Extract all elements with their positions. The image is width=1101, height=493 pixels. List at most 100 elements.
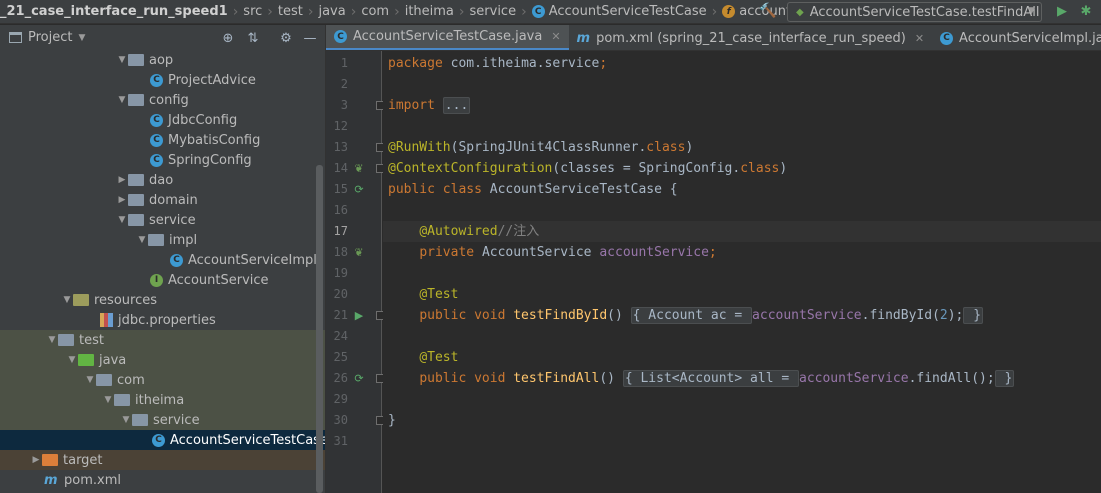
chevron-down-icon[interactable]: ▼ xyxy=(66,355,78,365)
debug-icon[interactable]: ✱ xyxy=(1078,3,1094,19)
maven-icon: m xyxy=(576,30,591,46)
code-line[interactable] xyxy=(383,263,1101,284)
run-test-icon[interactable]: ⟳ xyxy=(352,371,366,385)
run-test-icon[interactable]: ⟳ xyxy=(352,182,366,196)
project-title[interactable]: Project xyxy=(28,30,72,45)
code-line[interactable]: public void testFindAll() { List<Account… xyxy=(383,368,1101,389)
code-token: class xyxy=(740,161,780,176)
chevron-down-icon[interactable]: ▼ xyxy=(116,95,128,105)
code-line[interactable]: private AccountService accountService; xyxy=(383,242,1101,263)
tree-item-label: dao xyxy=(149,172,174,188)
chevron-right-icon[interactable]: ▶ xyxy=(30,455,42,465)
gear-icon[interactable]: ⚙ xyxy=(278,30,294,46)
code-line[interactable]: @ContextConfiguration(classes = SpringCo… xyxy=(383,158,1101,179)
code-line[interactable] xyxy=(383,74,1101,95)
excluded-folder-icon xyxy=(42,454,58,466)
tree-item-target[interactable]: ▶ target xyxy=(0,450,325,470)
tree-item-service[interactable]: ▼ service xyxy=(0,410,325,430)
code-token: @Test xyxy=(419,287,459,302)
tree-item-mybatisconfig[interactable]: C MybatisConfig xyxy=(0,130,325,150)
hide-icon[interactable]: — xyxy=(302,30,318,46)
tree-item-service[interactable]: ▼ service xyxy=(0,210,325,230)
tree-scrollbar[interactable] xyxy=(316,165,323,493)
chevron-down-icon[interactable]: ▼ xyxy=(136,235,148,245)
crosshair-icon[interactable]: ⊕ xyxy=(220,30,236,46)
close-icon[interactable]: ✕ xyxy=(915,32,924,45)
class-icon: C xyxy=(150,73,163,87)
code-line[interactable]: @RunWith(SpringJUnit4ClassRunner.class) xyxy=(383,137,1101,158)
tree-item-projectadvice[interactable]: C ProjectAdvice xyxy=(0,70,325,90)
chevron-down-icon[interactable]: ▼ xyxy=(78,33,85,43)
code-editor[interactable]: package com.itheima.service; import ... @R… xyxy=(383,51,1101,493)
code-line[interactable]: public class AccountServiceTestCase { xyxy=(383,179,1101,200)
collapse-all-icon[interactable]: ⇅ xyxy=(245,30,261,46)
code-line[interactable] xyxy=(383,200,1101,221)
breadcrumb-item[interactable]: service xyxy=(470,0,517,23)
spring-bean-icon[interactable]: ❦ xyxy=(352,245,366,259)
breadcrumb-item[interactable]: com xyxy=(361,0,389,23)
breadcrumb-item[interactable]: java xyxy=(318,0,345,23)
tree-item-accountserviceimpl[interactable]: C AccountServiceImpl xyxy=(0,250,325,270)
line-number: 13 xyxy=(333,140,348,154)
code-line[interactable]: import ... xyxy=(383,95,1101,116)
tree-item-aop[interactable]: ▼ aop xyxy=(0,50,325,70)
breadcrumb-item[interactable]: src xyxy=(243,0,262,23)
tree-item-label: com xyxy=(117,372,145,388)
tree-item-dao[interactable]: ▶ dao xyxy=(0,170,325,190)
run-icon[interactable]: ▶ xyxy=(1054,3,1070,19)
tree-item-resources[interactable]: ▼ resources xyxy=(0,290,325,310)
tab-label: AccountServiceTestCase.java xyxy=(353,29,543,44)
editor-tab[interactable]: m pom.xml (spring_21_case_interface_run_s… xyxy=(569,25,933,50)
chevron-down-icon[interactable]: ▼ xyxy=(84,375,96,385)
tree-item-impl[interactable]: ▼ impl xyxy=(0,230,325,250)
tree-item-springconfig[interactable]: C SpringConfig xyxy=(0,150,325,170)
tree-item-label: service xyxy=(149,212,196,228)
code-line[interactable]: @Test xyxy=(383,284,1101,305)
tree-item-accountservice[interactable]: I AccountService xyxy=(0,270,325,290)
code-line[interactable]: package com.itheima.service; xyxy=(383,53,1101,74)
code-line[interactable] xyxy=(383,326,1101,347)
chevron-down-icon[interactable]: ▼ xyxy=(116,215,128,225)
tree-item-config[interactable]: ▼ config xyxy=(0,90,325,110)
tree-item-accountservicetestcase[interactable]: C AccountServiceTestCase xyxy=(0,430,325,450)
chevron-right-icon[interactable]: ▶ xyxy=(116,195,128,205)
code-token: testFindAll xyxy=(513,371,600,386)
close-icon[interactable]: ✕ xyxy=(551,30,560,43)
chevron-down-icon[interactable]: ▼ xyxy=(46,335,58,345)
code-line[interactable] xyxy=(383,116,1101,137)
breadcrumb-item[interactable]: _21_case_interface_run_speed1 xyxy=(0,0,228,23)
chevron-right-icon[interactable]: ▶ xyxy=(116,175,128,185)
line-number: 3 xyxy=(340,98,348,112)
breadcrumb-item[interactable]: C AccountServiceTestCase xyxy=(531,0,707,23)
chevron-down-icon[interactable]: ▼ xyxy=(102,395,114,405)
tree-item-test[interactable]: ▼ test xyxy=(0,330,325,350)
chevron-down-icon[interactable]: ▼ xyxy=(116,55,128,65)
run-config-select[interactable]: ◆ AccountServiceTestCase.testFindAll ▼ xyxy=(787,2,1042,22)
chevron-down-icon[interactable]: ▼ xyxy=(120,415,132,425)
code-line[interactable]: @Autowired//注入 xyxy=(383,221,1101,242)
run-config-icon: ◆ xyxy=(796,6,804,18)
tree-item-label: domain xyxy=(149,192,198,208)
code-line[interactable] xyxy=(383,431,1101,452)
tree-item-pom-xml[interactable]: m pom.xml xyxy=(0,470,325,490)
hammer-icon[interactable]: 🔨 xyxy=(759,3,776,19)
tree-item-domain[interactable]: ▶ domain xyxy=(0,190,325,210)
tree-item-jdbcconfig[interactable]: C JdbcConfig xyxy=(0,110,325,130)
spring-bean-icon[interactable]: ❦ xyxy=(352,161,366,175)
tree-item-com[interactable]: ▼ com xyxy=(0,370,325,390)
tree-item-itheima[interactable]: ▼ itheima xyxy=(0,390,325,410)
code-line[interactable]: } xyxy=(383,410,1101,431)
code-line[interactable]: public void testFindById() { Account ac … xyxy=(383,305,1101,326)
class-icon: C xyxy=(150,113,163,127)
code-line[interactable]: @Test xyxy=(383,347,1101,368)
code-line[interactable] xyxy=(383,389,1101,410)
folder-icon xyxy=(128,194,144,206)
editor-tab[interactable]: CAccountServiceImpl.java✕ xyxy=(932,25,1101,50)
editor-tab[interactable]: C AccountServiceTestCase.java ✕ xyxy=(326,25,569,50)
breadcrumb-item[interactable]: test xyxy=(278,0,303,23)
tree-item-jdbc-properties[interactable]: jdbc.properties xyxy=(0,310,325,330)
chevron-down-icon[interactable]: ▼ xyxy=(61,295,73,305)
breadcrumb-item[interactable]: itheima xyxy=(405,0,454,23)
tree-item-java[interactable]: ▼ java xyxy=(0,350,325,370)
run-icon[interactable]: ▶ xyxy=(352,308,366,322)
